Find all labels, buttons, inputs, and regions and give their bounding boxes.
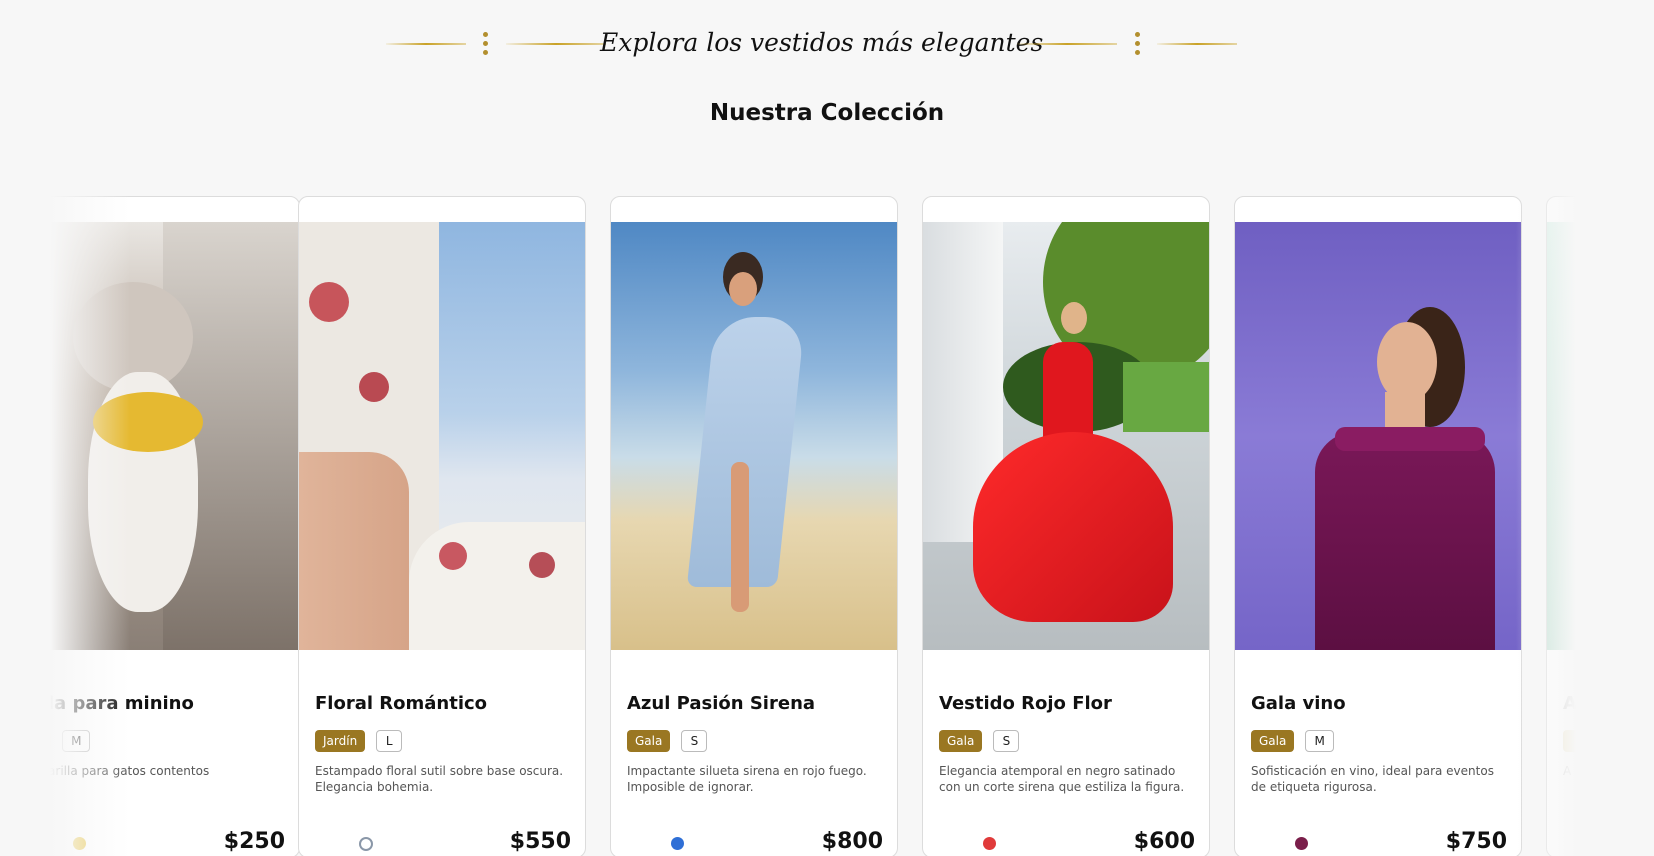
product-tags: Jardín L (315, 730, 408, 752)
product-description: Estampado floral sutil sobre base oscura… (315, 764, 564, 794)
product-image-red-gown (923, 222, 1209, 650)
product-image-blue-dress (611, 222, 897, 650)
decorative-banner: Explora los vestidos más elegantes (0, 24, 1654, 64)
ornament-line-right-inner (1017, 43, 1117, 45)
product-name: Vestido Rojo Flor (939, 693, 1112, 714)
ornament-line-right-outer (1157, 43, 1237, 45)
product-card[interactable]: Floral Romántico Jardín L Estampado flor… (298, 196, 586, 856)
product-image-cat (50, 222, 299, 650)
product-carousel[interactable]: ada para minino M amarilla para gatos co… (50, 196, 1576, 856)
product-description: Impactante silueta sirena en rojo fuego.… (627, 764, 867, 794)
ornament-dots-left (482, 32, 488, 56)
section-title: Nuestra Colección (709, 100, 945, 126)
product-footer: $250 (50, 829, 285, 856)
product-price: $250 (223, 829, 285, 854)
product-footer: $600 (939, 829, 1195, 856)
product-price: $800 (821, 829, 883, 854)
product-card[interactable]: Azul Pasión Sirena Gala S Impactante sil… (610, 196, 898, 856)
size-badge: S (681, 730, 708, 752)
product-image-floral (299, 222, 585, 650)
product-name: Gala vino (1251, 693, 1346, 714)
size-badge: M (1305, 730, 1334, 752)
tagline: Explora los vestidos más elegantes (600, 28, 1044, 57)
product-name: Azul Pasión Sirena (627, 693, 816, 714)
product-description: Elegancia atemporal en negro satinado co… (939, 764, 1185, 794)
product-description: A (1563, 764, 1572, 778)
product-tags: M (50, 730, 96, 752)
size-badge: S (993, 730, 1020, 752)
category-badge (50, 730, 51, 752)
product-tags: Gala S (627, 730, 713, 752)
product-price: $550 (509, 829, 571, 854)
product-card[interactable]: A A (1546, 196, 1576, 856)
product-image-partial (1547, 222, 1576, 650)
product-image-wine-gown (1235, 222, 1521, 650)
product-name: A (1563, 693, 1576, 714)
product-card[interactable]: Gala vino Gala M Sofisticación en vino, … (1234, 196, 1522, 856)
size-badge: L (376, 730, 403, 752)
size-badge: M (62, 730, 91, 752)
product-card[interactable]: Vestido Rojo Flor Gala S Elegancia atemp… (922, 196, 1210, 856)
category-badge: Jardín (315, 730, 366, 752)
ornament-dots-right (1134, 32, 1140, 56)
category-badge: Gala (939, 730, 983, 752)
product-tags (1563, 730, 1576, 752)
product-footer: $750 (1251, 829, 1507, 856)
category-badge: Gala (627, 730, 671, 752)
product-card[interactable]: ada para minino M amarilla para gatos co… (50, 196, 300, 856)
ornament-line-left-inner (506, 43, 606, 45)
product-tags: Gala M (1251, 730, 1340, 752)
product-price: $600 (1133, 829, 1195, 854)
product-description: amarilla para gatos contentos (50, 764, 210, 778)
product-description: Sofisticación en vino, ideal para evento… (1251, 764, 1494, 794)
product-footer: $550 (315, 829, 571, 856)
product-name: Floral Romántico (315, 693, 488, 714)
category-badge (1563, 730, 1576, 752)
category-badge: Gala (1251, 730, 1295, 752)
product-price: $750 (1445, 829, 1507, 854)
product-footer: $800 (627, 829, 883, 856)
product-tags: Gala S (939, 730, 1025, 752)
ornament-line-left-outer (386, 43, 466, 45)
color-swatch (359, 837, 373, 851)
product-name: ada para minino (50, 693, 194, 714)
